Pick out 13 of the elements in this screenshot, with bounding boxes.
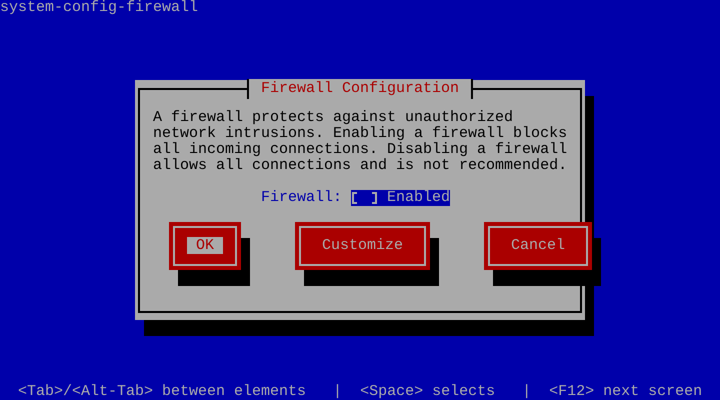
key-hint: <F12> next screen (549, 384, 702, 400)
dialog-button[interactable]: Cancel (484, 222, 592, 270)
key-hint: <Space> selects (360, 384, 496, 400)
dialog-title: Firewall Configuration (246, 79, 474, 99)
dialog-message: A firewall protects against unauthorized network intrusions. Enabling a firewall blocks all incoming connections. Disabling a firewall allows all connections and is not recommended. (153, 110, 568, 174)
separator: | (522, 384, 532, 400)
screen-title: system-config-firewall (0, 0, 198, 16)
key-hint: <Tab>/<Alt-Tab> between elements (18, 384, 306, 400)
dialog-button[interactable]: Customize (295, 222, 430, 270)
enabled-checkbox[interactable]: Enabled (351, 190, 450, 206)
separator: | (333, 384, 342, 400)
dialog-button[interactable]: OK (169, 222, 242, 270)
field-label: Firewall: (261, 190, 342, 206)
